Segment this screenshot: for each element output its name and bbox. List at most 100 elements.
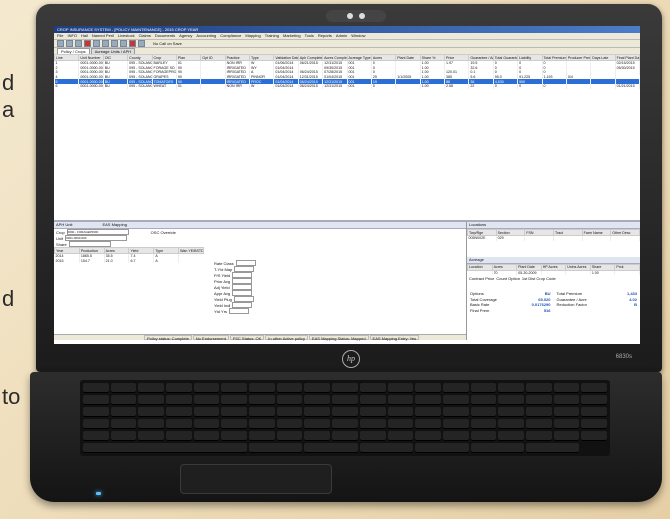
table-row[interactable]: 6 0001-0000-000 BU 095 - SOLANO WHEAT 01 NON I… xyxy=(54,83,640,89)
keyboard-key[interactable] xyxy=(221,383,248,393)
keyboard-key[interactable] xyxy=(276,407,303,417)
keyboard-key[interactable] xyxy=(442,419,469,429)
menu-item-hail[interactable]: Hail xyxy=(81,33,88,39)
table-row[interactable]: 005N002E 029 xyxy=(467,235,640,241)
menu-item-compliance[interactable]: Compliance xyxy=(220,33,241,39)
keyboard-key[interactable] xyxy=(110,407,137,417)
menu-item-livestock[interactable]: Livestock xyxy=(118,33,135,39)
menu-item-documents[interactable]: Documents xyxy=(155,33,175,39)
keyboard-key[interactable] xyxy=(83,431,109,441)
tab-policy-crops[interactable]: Policy / Crops xyxy=(57,48,90,54)
menu-item-marketing[interactable]: Marketing xyxy=(283,33,301,39)
keyboard-key[interactable] xyxy=(387,419,414,429)
keyboard-key[interactable] xyxy=(138,419,165,429)
keyboard-key[interactable] xyxy=(359,383,386,393)
keyboard-key[interactable] xyxy=(359,419,386,429)
keyboard-key[interactable] xyxy=(110,431,137,441)
help-icon[interactable] xyxy=(138,40,145,47)
keyboard-key[interactable] xyxy=(304,443,358,453)
keyboard-key[interactable] xyxy=(166,431,192,441)
keyboard-key[interactable] xyxy=(442,395,469,405)
keyboard-key[interactable] xyxy=(304,395,331,405)
keyboard-key[interactable] xyxy=(553,407,580,417)
keyboard-key[interactable] xyxy=(553,395,580,405)
keyboard-key[interactable] xyxy=(138,395,165,405)
keyboard-key[interactable] xyxy=(387,395,414,405)
keyboard-key[interactable] xyxy=(83,419,109,429)
keyboard-key[interactable] xyxy=(498,395,524,405)
menu-item-window[interactable]: Window xyxy=(351,33,365,39)
menu-item-mapping[interactable]: Mapping xyxy=(245,33,260,39)
keyboard-key[interactable] xyxy=(249,443,303,453)
keyboard-key[interactable] xyxy=(249,383,275,393)
keyboard-key[interactable] xyxy=(221,431,248,441)
keyboard-key[interactable] xyxy=(193,431,220,441)
menu-item-training[interactable]: Training xyxy=(265,33,279,39)
keyboard-key[interactable] xyxy=(166,419,192,429)
keyboard-key[interactable] xyxy=(166,395,192,405)
keyboard-key[interactable] xyxy=(498,407,524,417)
keyboard-key[interactable] xyxy=(581,407,607,417)
keyboard-key[interactable] xyxy=(442,383,469,393)
keyboard-key[interactable] xyxy=(525,395,552,405)
keyboard-key[interactable] xyxy=(498,383,524,393)
keyboard-key[interactable] xyxy=(304,431,331,441)
search-icon[interactable] xyxy=(102,40,109,47)
keyboard-key[interactable] xyxy=(332,431,358,441)
keyboard-key[interactable] xyxy=(276,419,303,429)
keyboard-key[interactable] xyxy=(470,443,524,453)
keyboard-key[interactable] xyxy=(304,383,331,393)
keyboard-key[interactable] xyxy=(276,395,303,405)
touchpad[interactable] xyxy=(180,464,332,494)
keyboard-key[interactable] xyxy=(193,407,220,417)
keyboard-key[interactable] xyxy=(525,443,580,453)
menu-item-file[interactable]: File xyxy=(57,33,63,39)
menu-item-admin[interactable]: Admin xyxy=(336,33,347,39)
keyboard-key[interactable] xyxy=(470,383,497,393)
print-icon[interactable] xyxy=(93,40,100,47)
keyboard-key[interactable] xyxy=(387,431,414,441)
keyboard-key[interactable] xyxy=(166,383,192,393)
keyboard-key[interactable] xyxy=(304,419,331,429)
menu-item-tools[interactable]: Tools xyxy=(305,33,314,39)
keyboard-key[interactable] xyxy=(83,395,109,405)
keyboard-key[interactable] xyxy=(581,431,607,441)
delete-icon[interactable] xyxy=(84,40,91,47)
menu-item-accounting[interactable]: Accounting xyxy=(196,33,216,39)
keyboard-key[interactable] xyxy=(332,383,358,393)
keyboard-key[interactable] xyxy=(442,431,469,441)
keyboard-key[interactable] xyxy=(249,407,275,417)
keyboard-key[interactable] xyxy=(221,407,248,417)
share-field[interactable] xyxy=(68,241,111,247)
menu-item-reports[interactable]: Reports xyxy=(318,33,332,39)
keyboard-key[interactable] xyxy=(415,443,469,453)
keyboard-key[interactable] xyxy=(359,431,386,441)
keyboard-key[interactable] xyxy=(553,431,580,441)
keyboard-key[interactable] xyxy=(276,383,303,393)
map-icon[interactable] xyxy=(120,40,127,47)
keyboard-key[interactable] xyxy=(387,407,414,417)
keyboard-key[interactable] xyxy=(359,395,386,405)
keyboard-key[interactable] xyxy=(525,383,552,393)
keyboard-key[interactable] xyxy=(193,419,220,429)
keyboard-key[interactable] xyxy=(553,383,580,393)
keyboard-key[interactable] xyxy=(581,419,607,429)
keyboard-key[interactable] xyxy=(249,395,275,405)
keyboard-key[interactable] xyxy=(110,395,137,405)
keyboard-key[interactable] xyxy=(83,383,109,393)
keyboard-key[interactable] xyxy=(470,431,497,441)
keyboard-key[interactable] xyxy=(498,419,524,429)
keyboard-key[interactable] xyxy=(193,395,220,405)
keyboard-key[interactable] xyxy=(387,383,414,393)
keyboard-key[interactable] xyxy=(138,383,165,393)
keyboard-key[interactable] xyxy=(138,407,165,417)
keyboard-key[interactable] xyxy=(359,443,414,453)
keyboard-key[interactable] xyxy=(221,395,248,405)
keyboard-key[interactable] xyxy=(498,431,524,441)
open-icon[interactable] xyxy=(66,40,73,47)
keyboard-key[interactable] xyxy=(553,419,580,429)
keyboard-key[interactable] xyxy=(415,407,441,417)
keyboard-key[interactable] xyxy=(332,395,358,405)
keyboard-key[interactable] xyxy=(332,407,358,417)
keyboard-key[interactable] xyxy=(249,419,275,429)
